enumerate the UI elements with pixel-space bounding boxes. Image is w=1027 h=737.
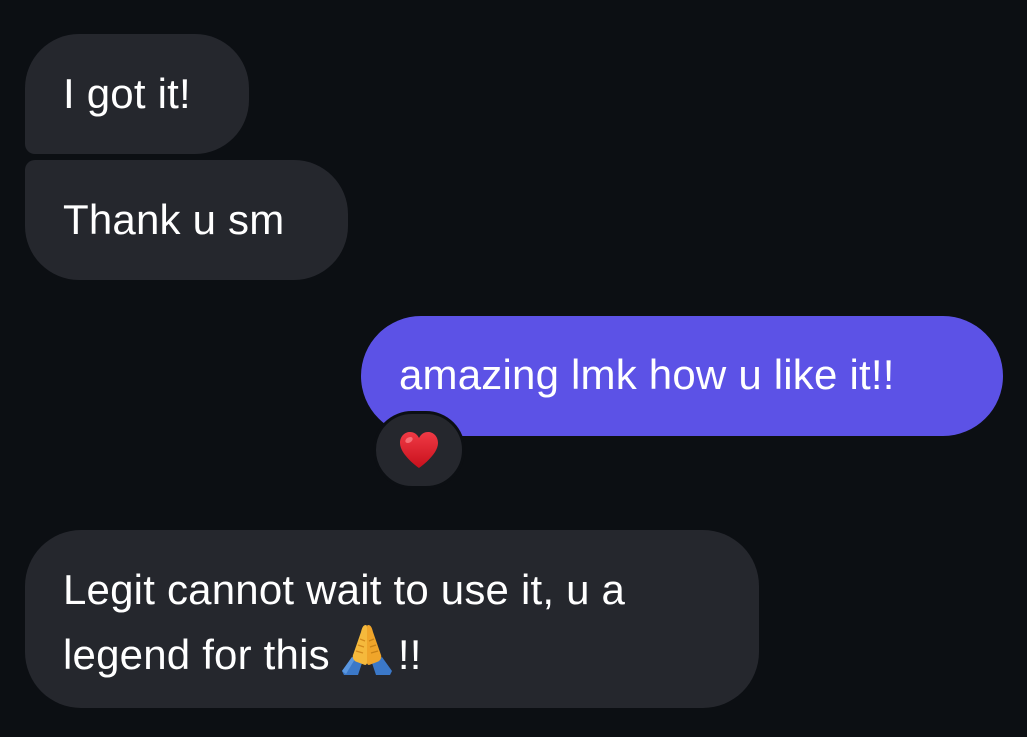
red-heart-icon	[398, 430, 440, 470]
incoming-message-bubble[interactable]: Legit cannot wait to use it, u a legend …	[25, 530, 759, 708]
message-reaction[interactable]	[373, 411, 465, 489]
incoming-message-bubble[interactable]: Thank u sm	[25, 160, 348, 280]
incoming-message-bubble[interactable]: I got it!	[25, 34, 249, 154]
outgoing-message-bubble[interactable]: amazing lmk how u like it!!	[361, 316, 1003, 436]
message-text-segment: legend for this	[63, 631, 330, 678]
folded-hands-icon	[338, 619, 396, 677]
message-text-line-1: Legit cannot wait to use it, u a	[63, 566, 626, 613]
message-text: amazing lmk how u like it!!	[399, 351, 895, 398]
message-text-segment: !!	[397, 631, 422, 678]
message-text: I got it!	[63, 70, 191, 117]
message-text-line-2: legend for this !!	[63, 619, 759, 678]
message-text: Thank u sm	[63, 196, 285, 243]
